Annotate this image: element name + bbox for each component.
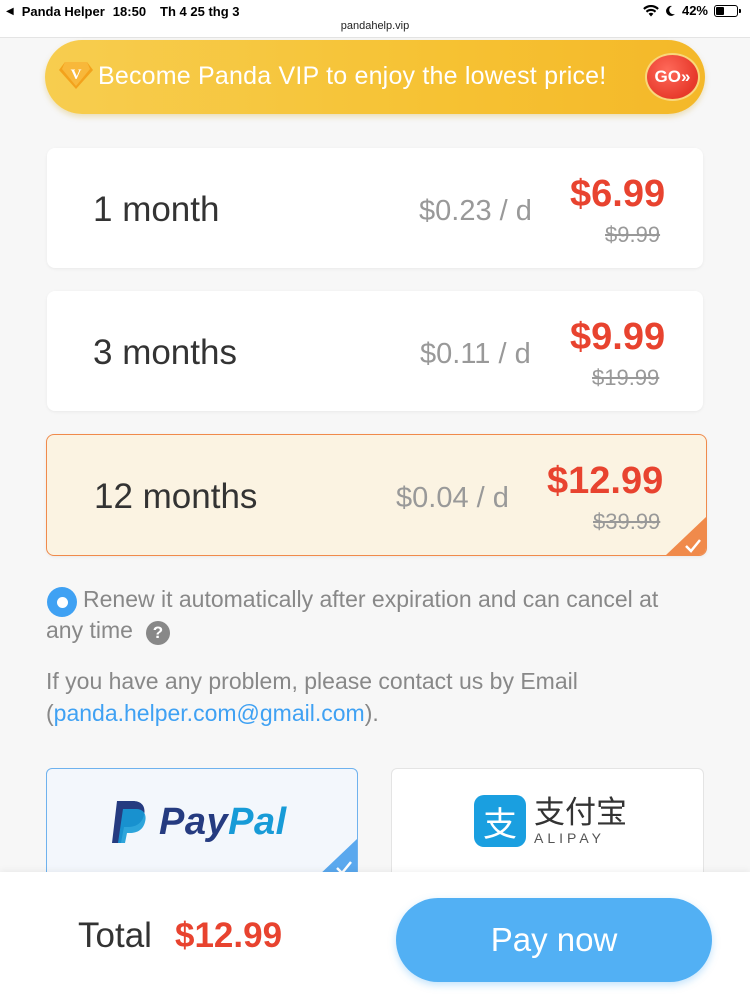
plan-duration: 3 months xyxy=(93,333,237,372)
plan-12-months[interactable]: 12 months $0.04 / d $12.99 $39.99 xyxy=(46,434,707,556)
status-time: 18:50 xyxy=(112,4,147,19)
pay-now-button[interactable]: Pay now xyxy=(396,898,712,982)
paypal-icon xyxy=(112,801,146,843)
battery-icon xyxy=(714,4,741,17)
status-bar: ◀ Panda Helper 18:50 Th 4 25 thg 3 42% p… xyxy=(0,0,750,38)
go-button[interactable]: GO» xyxy=(645,53,700,101)
vip-banner[interactable]: V Become Panda VIP to enjoy the lowest p… xyxy=(45,40,705,114)
auto-renew-text-cont: any time xyxy=(46,617,133,643)
url-label: pandahelp.vip xyxy=(340,20,410,32)
plan-price: $12.99 xyxy=(547,460,664,502)
plan-duration: 1 month xyxy=(93,190,220,229)
plan-3-months[interactable]: 3 months $0.11 / d $9.99 $19.99 xyxy=(47,291,703,411)
email-link[interactable]: panda.helper.com@gmail.com xyxy=(54,700,365,726)
plan-per-day: $0.04 / d xyxy=(396,482,509,514)
battery-percent: 42% xyxy=(681,3,708,18)
contact-text: If you have any problem, please contact … xyxy=(46,668,578,694)
paypal-word-pay: Pay xyxy=(159,800,229,843)
paypal-word-pal: Pal xyxy=(228,800,287,843)
plan-original-price: $19.99 xyxy=(592,365,660,390)
vip-banner-text: Become Panda VIP to enjoy the lowest pri… xyxy=(98,62,607,90)
alipay-chinese: 支付宝 xyxy=(534,795,627,831)
paypal-option[interactable]: PayPal xyxy=(46,768,358,878)
alipay-icon: 支 xyxy=(474,795,526,847)
paren-open: ( xyxy=(46,700,54,726)
bottom-bar: Total $12.99 Pay now xyxy=(0,872,750,1000)
contact-email-line: (panda.helper.com@gmail.com). xyxy=(46,700,379,727)
total-label: Total xyxy=(78,916,152,955)
plan-duration: 12 months xyxy=(94,477,258,516)
back-arrow-icon[interactable]: ◀ xyxy=(6,6,14,17)
plan-original-price: $9.99 xyxy=(605,222,661,247)
paren-close: ). xyxy=(364,700,379,726)
plan-1-month[interactable]: 1 month $0.23 / d $6.99 $9.99 xyxy=(47,148,703,268)
plan-original-price: $39.99 xyxy=(593,509,661,534)
diamond-letter: V xyxy=(71,67,82,83)
auto-renew-radio[interactable] xyxy=(47,587,77,617)
back-app-label[interactable]: Panda Helper xyxy=(22,4,105,19)
plan-price: $9.99 xyxy=(570,316,666,358)
plan-per-day: $0.11 / d xyxy=(420,338,531,370)
moon-icon xyxy=(666,5,675,16)
status-date: Th 4 25 thg 3 xyxy=(160,4,240,19)
help-icon[interactable]: ? xyxy=(146,621,170,645)
diamond-icon: V xyxy=(59,62,93,89)
selected-check-icon xyxy=(666,517,706,555)
wifi-icon xyxy=(643,4,659,16)
alipay-english: ALIPAY xyxy=(534,830,605,846)
total-value: $12.99 xyxy=(175,916,283,955)
plan-per-day: $0.23 / d xyxy=(419,195,532,227)
alipay-option[interactable]: 支 支付宝 ALIPAY xyxy=(391,768,704,878)
paypal-wordmark: PayPal xyxy=(159,801,287,844)
plan-price: $6.99 xyxy=(570,173,666,215)
auto-renew-text: Renew it automatically after expiration … xyxy=(83,586,659,612)
